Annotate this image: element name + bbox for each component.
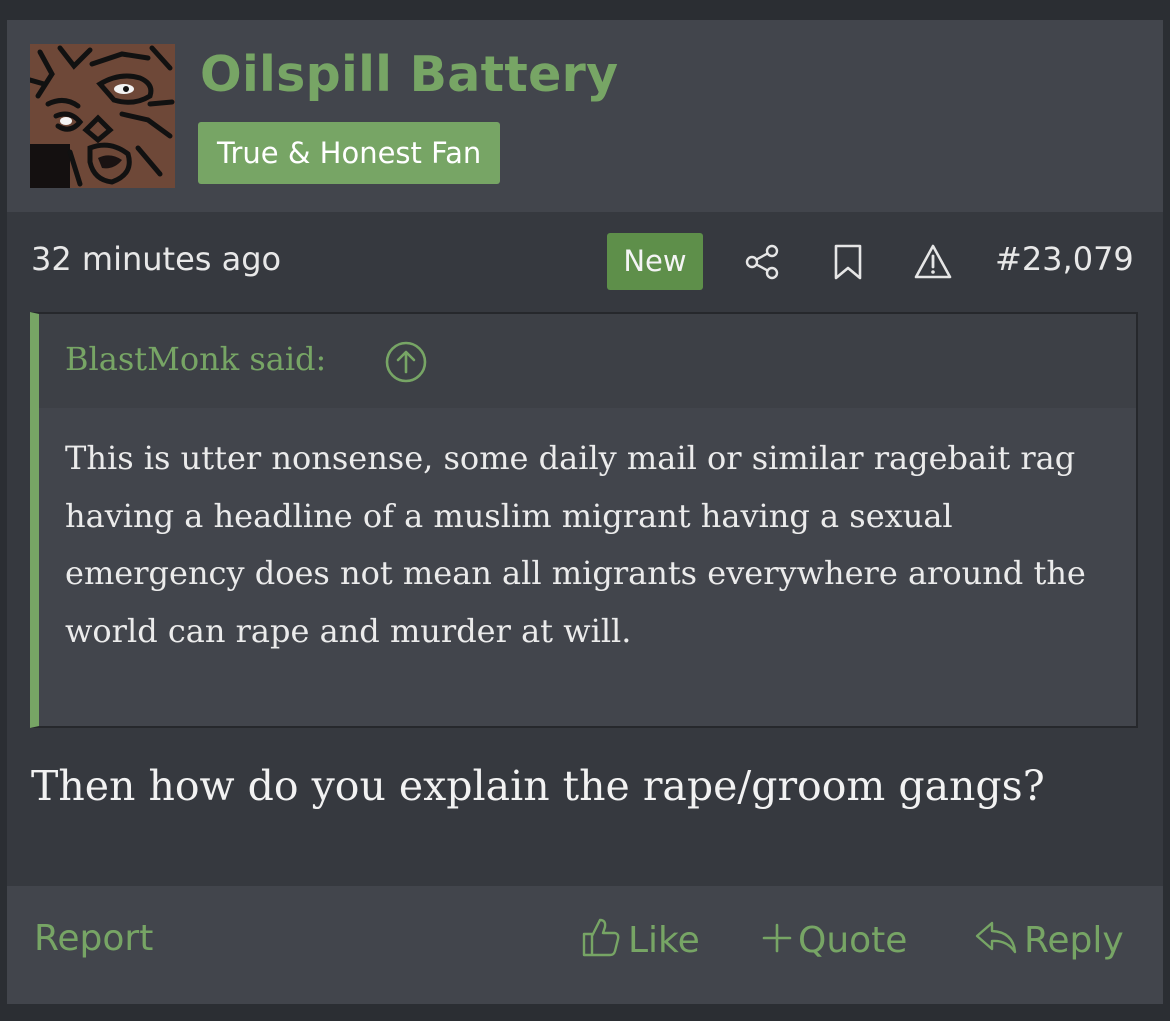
share-icon[interactable] (743, 242, 783, 282)
post-number-link[interactable]: #23,079 (995, 240, 1134, 278)
report-label: Report (34, 918, 154, 959)
user-title-badge: True & Honest Fan (198, 122, 501, 184)
quote-header: BlastMonk said: (39, 314, 1136, 408)
new-badge: New (607, 233, 703, 290)
quote-button[interactable]: Quote (762, 916, 907, 965)
reply-button[interactable]: Reply (974, 916, 1124, 965)
bookmark-icon[interactable] (829, 242, 869, 282)
post-footer: Report Like Quote Reply (7, 886, 1163, 1004)
quote-block: BlastMonk said: This is utter nonsense, … (30, 312, 1138, 728)
arrow-up-circle-icon[interactable] (384, 340, 428, 384)
plus-icon (762, 923, 792, 953)
header-arrow (85, 198, 117, 212)
quote-label: Quote (798, 920, 908, 961)
report-link[interactable]: Report (34, 916, 153, 963)
quote-text: This is utter nonsense, some daily mail … (65, 439, 1086, 650)
like-label: Like (628, 920, 700, 961)
reply-label: Reply (1024, 920, 1124, 961)
thumbs-up-icon (582, 918, 620, 957)
post-date[interactable]: 32 minutes ago (31, 240, 281, 278)
post-header: Oilspill Battery True & Honest Fan (7, 20, 1163, 212)
like-button[interactable]: Like (580, 916, 700, 965)
reply-icon (975, 921, 1017, 954)
post-body: Then how do you explain the rape/groom g… (31, 762, 1045, 810)
username[interactable]: Oilspill Battery (200, 50, 618, 99)
quote-author[interactable]: BlastMonk said: (65, 341, 326, 377)
forum-post: Oilspill Battery True & Honest Fan 32 mi… (7, 20, 1163, 1004)
avatar[interactable] (30, 44, 175, 188)
warning-icon[interactable] (913, 242, 953, 282)
post-meta: 32 minutes ago New #23,079 (7, 232, 1163, 292)
